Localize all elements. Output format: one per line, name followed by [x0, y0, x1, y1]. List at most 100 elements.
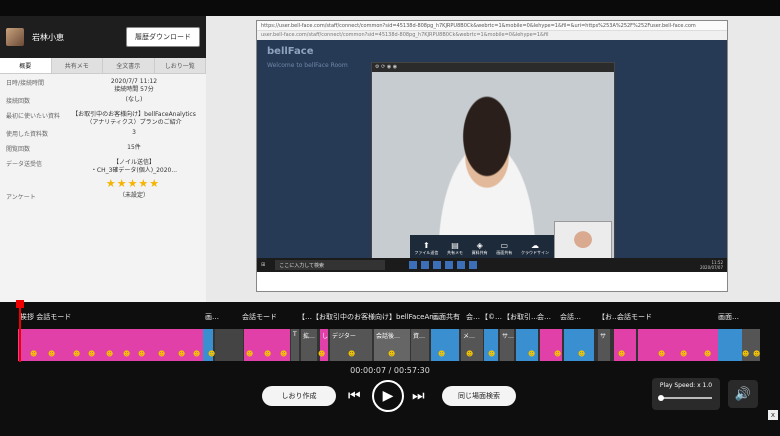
emotion-smile-icon: ☻ — [88, 350, 96, 358]
create-bookmark-button[interactable]: しおり作成 — [262, 386, 336, 406]
timeline-label: 会話… — [560, 313, 581, 321]
play-button[interactable]: ▶ — [372, 380, 404, 412]
emotion-smile-icon: ☻ — [318, 350, 326, 358]
summary-row-key: 最初に使いたい資料 — [6, 113, 61, 120]
same-scene-search-button[interactable]: 同じ場面検索 — [442, 386, 516, 406]
taskbar-clock: 11:52 2020/07/07 — [699, 260, 723, 270]
user-name: 岩林小恵 — [32, 32, 64, 42]
emotion-smile-icon: ☻ — [30, 350, 38, 358]
emotion-smile-icon: ☻ — [466, 350, 474, 358]
summary-row: データ送受信 【ノイル送信】 ・CH_3確データ(個人)_2020... — [6, 159, 200, 175]
emotion-smile-icon: ☻ — [138, 350, 146, 358]
call-control-button[interactable]: ▭ 画面共有 — [496, 241, 512, 256]
playback-controls: 挨拶 会話モード 画… 会話モード 【… 【お取引中のお客様向け】bellFaceAn…… — [0, 300, 780, 436]
timeline-segment[interactable] — [718, 329, 742, 361]
timeline-label: 画面… — [718, 313, 739, 321]
summary-row-key: 使用した資料数 — [6, 131, 49, 138]
tab-shared-memo[interactable]: 共有メモ — [52, 58, 103, 73]
timeline-label: 会話モード — [617, 313, 652, 321]
address-bar: https://user.bell-face.com/staff/connect… — [257, 21, 727, 31]
timeline-segment[interactable]: T — [291, 329, 299, 361]
call-control-button[interactable]: ☁ クラウドサイン — [521, 241, 549, 256]
emotion-smile-icon: ☻ — [264, 350, 272, 358]
close-button[interactable]: x — [768, 410, 778, 420]
tab-summary[interactable]: 概要 — [0, 58, 52, 73]
playhead-marker[interactable] — [16, 300, 25, 362]
emotion-smile-icon: ☻ — [348, 350, 356, 358]
timeline-segment[interactable]: サ — [598, 329, 610, 361]
survey-value: （未設定） — [118, 192, 149, 199]
summary-row: 使用した資料数 3 — [6, 129, 200, 142]
emotion-smile-icon: ☻ — [246, 350, 254, 358]
summary-rows: 日時/接続時間 2020/7/7 11:12 接続時間 57分 接続回数 (なし) 最初… — [0, 74, 206, 211]
call-control-button[interactable]: ◈ 資料共有 — [472, 241, 488, 256]
top-strip — [0, 0, 780, 16]
summary-row-value: 【ノイル送信】 ・CH_3確データ(個人)_2020... — [90, 159, 178, 174]
summary-row-value: 15件 — [127, 144, 141, 151]
speed-slider-knob[interactable] — [658, 395, 664, 401]
timeline-label: 会話モード — [242, 313, 277, 321]
emotion-smile-icon: ☻ — [753, 350, 761, 358]
avatar — [6, 28, 24, 46]
speed-slider[interactable] — [658, 395, 712, 401]
windows-icon: ⊞ — [261, 262, 266, 268]
brand-logo: bellFace — [267, 46, 314, 57]
summary-row-value: 【お取引中のお客様向け】bellFaceAnalytics（アナリティクス）プラ… — [72, 111, 196, 126]
summary-row: 最初に使いたい資料 【お取引中のお客様向け】bellFaceAnalytics（ア… — [6, 111, 200, 127]
timeline-label: 【お取引… — [503, 313, 538, 321]
tab-transcript[interactable]: 全文書示 — [103, 58, 155, 73]
info-panel: 岩林小恵 履歴ダウンロード 概要 共有メモ 全文書示 しおり一覧 日時/接続時間… — [0, 16, 206, 302]
summary-row-key: データ送受信 — [6, 161, 43, 168]
emotion-smile-icon: ☻ — [388, 350, 396, 358]
emotion-smile-icon: ☻ — [73, 350, 81, 358]
survey-key: アンケート — [6, 194, 36, 201]
call-control-icon: ◈ — [476, 240, 483, 250]
rating-stars: ★★★★★ — [105, 177, 161, 190]
emotion-smile-icon: ☻ — [578, 350, 586, 358]
summary-row-value: 3 — [132, 129, 136, 136]
panel-tabs: 概要 共有メモ 全文書示 しおり一覧 — [0, 58, 206, 74]
emotion-smile-icon: ☻ — [554, 350, 562, 358]
emotion-smile-icon: ☻ — [106, 350, 114, 358]
summary-row-value: 2020/7/7 11:12 接続時間 57分 — [110, 78, 158, 93]
address-bar-secondary: user.bell-face.com/staff/connect/common?… — [257, 31, 727, 40]
emotion-smile-icon: ☻ — [742, 350, 750, 358]
timeline-segment[interactable]: 資… — [411, 329, 429, 361]
summary-row: 接続回数 (なし) — [6, 96, 200, 109]
call-control-label: ファイル送信 — [414, 249, 439, 255]
volume-icon[interactable]: 🔊 — [728, 380, 758, 408]
timeline-segment[interactable]: サ… — [500, 329, 514, 361]
call-control-label: 画面共有 — [496, 249, 513, 255]
timeline-track[interactable]: T 拡… しデジター 会話後… 資… メ… サ… サ ☻ ☻ ☻ ☻ ☻ ☻ ☻ ☻ ☻ ☻ ☻ ☻ ☻ ☻ ☻ ☻ ☻ ☻ ☻ ☻ ☻… — [18, 329, 760, 361]
bellface-room: bellFace Welcome to bellFace Room ⚙ ⟳ ◉ … — [257, 40, 727, 272]
emotion-smile-icon: ☻ — [704, 350, 712, 358]
emotion-smile-icon: ☻ — [438, 350, 446, 358]
tab-bookmarks[interactable]: しおり一覧 — [155, 58, 206, 73]
emotion-smile-icon: ☻ — [158, 350, 166, 358]
call-control-label: 資料共有 — [471, 249, 488, 255]
timeline-labels: 挨拶 会話モード 画… 会話モード 【… 【お取引中のお客様向け】bellFaceAn…… — [0, 312, 780, 324]
call-control-icon: ☁ — [530, 240, 539, 250]
timeline-segment[interactable] — [215, 329, 243, 361]
emotion-smile-icon: ☻ — [208, 350, 216, 358]
panel-header: 岩林小恵 履歴ダウンロード — [0, 16, 206, 58]
emotion-smile-icon: ☻ — [528, 350, 536, 358]
emotion-smile-icon: ☻ — [680, 350, 688, 358]
emotion-smile-icon: ☻ — [123, 350, 131, 358]
playback-time: 00:00:07 / 00:57:30 — [350, 366, 430, 375]
call-control-button[interactable]: ▤ 共有メモ — [447, 241, 463, 256]
video-call-window: ⚙ ⟳ ◉ ◉ ⬆ファイル送信▤共有メモ◈資料共有▭画面共有☁クラウドサイン✕終… — [371, 62, 615, 270]
timeline-segment[interactable]: 拡… — [301, 329, 317, 361]
timeline-label: 【… — [298, 313, 312, 321]
call-control-icon: ▤ — [451, 240, 459, 250]
call-control-button[interactable]: ⬆ ファイル送信 — [414, 241, 438, 256]
skip-next-icon[interactable]: ⏭ — [412, 388, 425, 404]
skip-previous-icon[interactable]: ⏮ — [348, 388, 361, 404]
emotion-smile-icon: ☻ — [193, 350, 201, 358]
survey-row: アンケート （未設定） — [6, 192, 200, 205]
history-download-button[interactable]: 履歴ダウンロード — [126, 27, 200, 47]
call-control-label: 共有メモ — [446, 249, 463, 255]
timeline-label: 挨拶 会話モード — [20, 313, 72, 321]
emotion-smile-icon: ☻ — [488, 350, 496, 358]
play-speed-control[interactable]: Play Speed: x 1.0 — [652, 378, 720, 410]
